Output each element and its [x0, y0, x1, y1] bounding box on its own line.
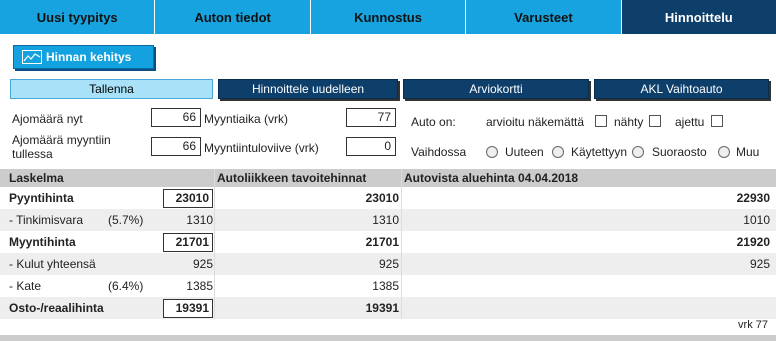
car-status-label: Auto on:	[411, 115, 456, 129]
row-label: Osto-/reaalihinta	[9, 301, 104, 315]
row-label: - Kate	[9, 279, 42, 293]
row-input-value: 1310	[186, 213, 213, 227]
mileage-now-label: Ajomäärä nyt	[12, 112, 83, 126]
pricing-table-header: Laskelma Autoliikkeen tavoitehinnat Auto…	[0, 169, 776, 187]
row-label: Pyyntihinta	[9, 191, 74, 205]
reprice-button[interactable]: Hinnoittele uudelleen	[218, 79, 398, 99]
unseen-label: arvioitu näkemättä	[486, 115, 585, 129]
tab-hinnoittelu[interactable]: Hinnoittelu	[620, 0, 776, 34]
radio-used-label: Käytettyyn	[571, 145, 628, 159]
table-row: Osto-/reaalihinta 19391 19391	[0, 297, 776, 319]
radio-other[interactable]	[718, 146, 730, 158]
target-value: 19391	[365, 301, 399, 315]
row-label: Myyntihinta	[9, 235, 76, 249]
regional-value: 925	[749, 257, 770, 271]
mileage-at-sale-input[interactable]: 66	[151, 137, 201, 156]
target-value: 925	[378, 257, 399, 271]
calc-header: Laskelma	[9, 171, 64, 185]
row-input-value: 925	[192, 257, 213, 271]
table-row: Myyntihinta 21701 21701 21920	[0, 231, 776, 253]
table-row: - Kate (6.4%) 1385 1385	[0, 275, 776, 297]
target-value: 1310	[372, 213, 399, 227]
tab-uusi-tyypitys[interactable]: Uusi tyypitys	[0, 0, 155, 34]
row-label: - Kulut yhteensä	[9, 257, 96, 271]
purchase-price-input[interactable]: 19391	[163, 299, 213, 318]
regional-value: 1010	[743, 213, 770, 227]
sales-time-label: Myyntiaika (vrk)	[204, 112, 289, 126]
radio-direct[interactable]	[632, 146, 644, 158]
save-button[interactable]: Tallenna	[10, 79, 213, 99]
tab-auton-tiedot[interactable]: Auton tiedot	[154, 0, 310, 34]
table-row: - Tinkimisvara (5.7%) 1310 1310 1010	[0, 209, 776, 231]
mileage-now-input[interactable]: 66	[151, 108, 201, 127]
bottom-bar	[0, 335, 776, 341]
sales-delay-label: Myyntiintuloviive (vrk)	[204, 141, 319, 155]
price-trend-button[interactable]: Hinnan kehitys	[13, 45, 154, 69]
driven-label: ajettu	[675, 115, 705, 129]
chart-icon	[22, 50, 42, 64]
unseen-checkbox[interactable]	[595, 115, 607, 127]
column-divider	[401, 169, 402, 319]
sales-delay-input[interactable]: 0	[346, 137, 396, 156]
mileage-at-sale-label: Ajomäärä myyntiin tullessa	[12, 133, 111, 161]
akl-button[interactable]: AKL Vaihtoauto	[594, 79, 769, 99]
radio-direct-label: Suoraosto	[652, 145, 707, 159]
asking-price-input[interactable]: 23010	[163, 189, 213, 208]
tab-kunnostus[interactable]: Kunnostus	[309, 0, 466, 34]
column-divider	[214, 169, 215, 319]
evaluation-card-button[interactable]: Arviokortti	[403, 79, 589, 99]
driven-checkbox[interactable]	[711, 115, 723, 127]
main-tabs: Uusi tyypitys Auton tiedot Kunnostus Var…	[0, 0, 776, 34]
row-pct: (6.4%)	[108, 279, 144, 293]
table-row: - Kulut yhteensä 925 925 925	[0, 253, 776, 275]
row-pct: (5.7%)	[108, 213, 144, 227]
seen-checkbox[interactable]	[649, 115, 661, 127]
radio-used[interactable]	[552, 146, 564, 158]
trade-in-label: Vaihdossa	[411, 145, 467, 159]
price-trend-label: Hinnan kehitys	[46, 50, 132, 64]
sales-time-input[interactable]: 77	[346, 108, 396, 127]
days-footer: vrk 77	[738, 319, 768, 331]
action-bar: Tallenna Hinnoittele uudelleen Arviokort…	[0, 79, 776, 101]
seen-label: nähty	[614, 115, 644, 129]
table-row: Pyyntihinta 23010 23010 22930	[0, 187, 776, 209]
radio-other-label: Muu	[736, 145, 760, 159]
sale-price-input[interactable]: 21701	[163, 233, 213, 252]
row-label: - Tinkimisvara	[9, 213, 84, 227]
radio-new-label: Uuteen	[505, 145, 544, 159]
target-header: Autoliikkeen tavoitehinnat	[217, 171, 367, 185]
target-value: 23010	[365, 191, 399, 205]
regional-value: 21920	[736, 235, 770, 249]
regional-value: 22930	[736, 191, 770, 205]
target-value: 21701	[365, 235, 399, 249]
row-input-value: 1385	[186, 279, 213, 293]
regional-header: Autovista aluehinta 04.04.2018	[404, 171, 579, 185]
tab-varusteet[interactable]: Varusteet	[465, 0, 621, 34]
radio-new[interactable]	[486, 146, 498, 158]
target-value: 1385	[372, 279, 399, 293]
